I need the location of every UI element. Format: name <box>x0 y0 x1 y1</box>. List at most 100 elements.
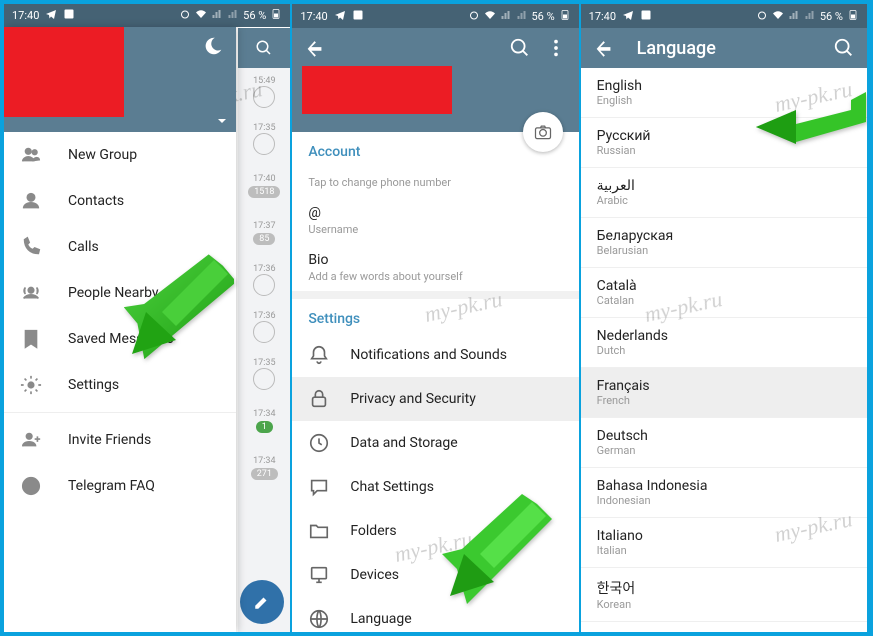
chat-row[interactable]: 15:49 <box>238 68 290 115</box>
drawer-item-saved-messages[interactable]: Saved Messages <box>4 316 236 362</box>
contact-icon <box>20 190 42 212</box>
image-icon <box>352 9 364 24</box>
chat-row[interactable]: 17:34 271 <box>238 444 290 491</box>
drawer-item-new-group[interactable]: New Group <box>4 132 236 178</box>
status-bar: 17:40 56 % <box>581 4 867 28</box>
chat-row[interactable]: 17:34 1 <box>238 397 290 444</box>
back-icon[interactable] <box>593 37 615 59</box>
chat-row[interactable]: 17:40 1518 <box>238 162 290 209</box>
settings-icon <box>308 344 330 366</box>
language-subtitle: German <box>597 444 851 457</box>
settings-item-label: Data and Storage <box>350 435 457 451</box>
settings-item-data-and-storage[interactable]: Data and Storage <box>292 421 578 465</box>
chat-row[interactable]: 17:35 <box>238 350 290 397</box>
call-icon <box>20 236 42 258</box>
profile-redacted <box>302 66 452 114</box>
status-time: 17:40 <box>300 10 327 23</box>
unread-badge: 85 <box>253 233 275 245</box>
settings-item-privacy-and-security[interactable]: Privacy and Security <box>292 377 578 421</box>
language-name: Nederlands <box>597 328 851 344</box>
drawer-item-label: People Nearby <box>68 285 159 301</box>
unread-badge: 1 <box>256 421 273 433</box>
drawer-item-telegram-faq[interactable]: Telegram FAQ <box>4 463 236 509</box>
language-name: العربية <box>597 178 851 194</box>
language-name: 한국어 <box>597 578 851 598</box>
language-subtitle: Indonesian <box>597 494 851 507</box>
language-item-english[interactable]: English English <box>581 68 867 118</box>
battery-text: 56 % <box>532 10 555 23</box>
settings-item-chat-settings[interactable]: Chat Settings <box>292 465 578 509</box>
status-bar: 17:40 56 % <box>292 4 578 28</box>
language-item-arabic[interactable]: العربية Arabic <box>581 168 867 218</box>
chat-row[interactable]: 17:37 85 <box>238 209 290 256</box>
language-name: Deutsch <box>597 428 851 444</box>
nearby-icon <box>20 282 42 304</box>
language-item-russian[interactable]: Русский Russian <box>581 118 867 168</box>
drawer-header <box>4 27 236 132</box>
language-item-dutch[interactable]: Nederlands Dutch <box>581 318 867 368</box>
drawer-item-calls[interactable]: Calls <box>4 224 236 270</box>
group-icon <box>20 144 42 166</box>
back-icon[interactable] <box>304 37 326 59</box>
language-name: Français <box>597 378 851 394</box>
drawer-item-contacts[interactable]: Contacts <box>4 178 236 224</box>
drawer-item-settings[interactable]: Settings <box>4 362 236 408</box>
settings-item-folders[interactable]: Folders <box>292 509 578 553</box>
bio-field[interactable]: Bio Add a few words about yourself <box>292 244 578 291</box>
language-item-malay[interactable]: Bahasa Melayu Malay <box>581 622 867 632</box>
language-subtitle: Italian <box>597 544 851 557</box>
search-icon[interactable] <box>833 37 855 59</box>
language-item-belarusian[interactable]: Беларуская Belarusian <box>581 218 867 268</box>
username-field[interactable]: @ Username <box>292 197 578 244</box>
chat-row[interactable]: 17:36 <box>238 256 290 303</box>
status-time: 17:40 <box>12 9 39 22</box>
drawer-item-label: New Group <box>68 147 137 163</box>
settings-item-notifications-and-sounds[interactable]: Notifications and Sounds <box>292 333 578 377</box>
settings-icon <box>308 564 330 586</box>
language-item-german[interactable]: Deutsch German <box>581 418 867 468</box>
language-item-catalan[interactable]: Català Catalan <box>581 268 867 318</box>
camera-button[interactable] <box>523 112 563 152</box>
search-icon[interactable] <box>238 28 290 68</box>
language-item-italian[interactable]: Italiano Italian <box>581 518 867 568</box>
language-item-indonesian[interactable]: Bahasa Indonesia Indonesian <box>581 468 867 518</box>
language-subtitle: Korean <box>597 598 851 611</box>
chat-row[interactable]: 17:36 <box>238 303 290 350</box>
settings-item-label: Privacy and Security <box>350 391 476 407</box>
settings-item-devices[interactable]: Devices <box>292 553 578 597</box>
background-chat-list: 15:49 17:35 17:40 1518 17:37 85 17:36 17… <box>238 28 290 632</box>
image-icon <box>63 8 75 23</box>
unread-badge: 1518 <box>248 186 280 198</box>
chevron-down-icon[interactable] <box>214 113 230 133</box>
search-icon[interactable] <box>509 37 531 59</box>
language-name: Català <box>597 278 851 294</box>
drawer-item-people-nearby[interactable]: People Nearby <box>4 270 236 316</box>
chat-row[interactable]: 17:35 <box>238 115 290 162</box>
battery-text: 56 % <box>820 10 843 23</box>
compose-fab[interactable] <box>240 580 284 624</box>
drawer-item-invite-friends[interactable]: Invite Friends <box>4 417 236 463</box>
night-mode-icon[interactable] <box>202 35 224 57</box>
language-subtitle: French <box>597 394 851 407</box>
signal2-icon <box>804 9 816 24</box>
settings-icon <box>308 432 330 454</box>
language-item-french[interactable]: Français French <box>581 368 867 418</box>
phone-field[interactable]: Tap to change phone number <box>292 166 578 197</box>
language-name: Italiano <box>597 528 851 544</box>
battery-text: 56 % <box>243 9 266 22</box>
invite-icon <box>20 429 42 451</box>
language-subtitle: English <box>597 94 851 107</box>
saved-icon <box>20 328 42 350</box>
settings-item-language[interactable]: Language <box>292 597 578 632</box>
language-item-korean[interactable]: 한국어 Korean <box>581 568 867 622</box>
signal2-icon <box>227 8 239 23</box>
more-icon[interactable] <box>545 37 567 59</box>
phone-drawer-menu: 17:40 56 % 15:49 17:35 17:40 <box>4 4 292 632</box>
settings-item-label: Folders <box>350 523 396 539</box>
signal-icon <box>211 8 223 23</box>
battery-icon <box>270 8 282 23</box>
settings-icon <box>20 374 42 396</box>
image-icon <box>640 9 652 24</box>
language-name: English <box>597 78 851 94</box>
wifi-icon <box>772 9 784 24</box>
